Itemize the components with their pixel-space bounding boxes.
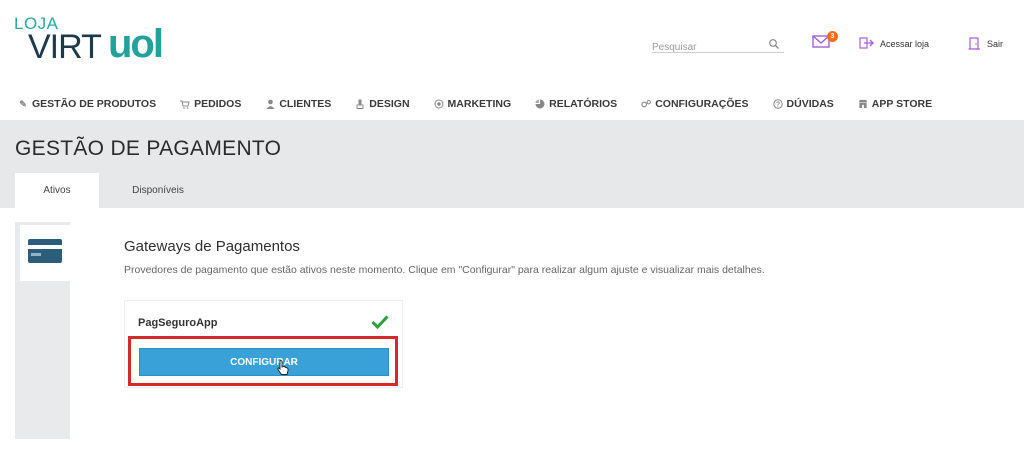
nav-label: DESIGN <box>369 98 410 110</box>
brush-icon <box>355 99 365 109</box>
message-count-badge: 3 <box>827 31 838 42</box>
nav-item-app-store[interactable]: APP STORE <box>858 98 932 110</box>
nav-item-duvidas[interactable]: ? DÚVIDAS <box>772 98 834 110</box>
page-title: GESTÃO DE PAGAMENTO <box>15 137 282 160</box>
nav-item-gestao-produtos[interactable]: ✎ GESTÃO DE PRODUTOS <box>18 98 156 110</box>
hand-cursor-icon <box>276 360 290 376</box>
gears-icon <box>641 99 652 109</box>
nav-label: GESTÃO DE PRODUTOS <box>32 98 157 110</box>
nav-item-marketing[interactable]: MARKETING <box>434 98 512 110</box>
gateway-name: PagSeguroApp <box>138 317 218 329</box>
edit-icon: ✎ <box>19 98 27 109</box>
configurar-button[interactable]: Configurar <box>139 348 389 376</box>
search-icon[interactable] <box>768 37 780 49</box>
target-icon <box>434 99 444 109</box>
nav-label: DÚVIDAS <box>786 98 834 110</box>
gateways-title: Gateways de Pagamentos <box>124 238 300 255</box>
nav-label: CLIENTES <box>279 98 332 110</box>
help-icon: ? <box>772 99 783 109</box>
tab-disponiveis[interactable]: Disponíveis <box>112 173 204 208</box>
nav-item-relatorios[interactable]: RELATÓRIOS <box>535 98 617 110</box>
nav-item-design[interactable]: DESIGN <box>355 98 410 110</box>
logo-uol: uol <box>108 22 164 66</box>
tab-ativos[interactable]: Ativos <box>15 173 99 208</box>
nav-label: PEDIDOS <box>194 98 242 110</box>
header: LOJA VIRT uol 3 Acessar loja Sair <box>0 0 1024 88</box>
nav-label: APP STORE <box>871 98 933 110</box>
svg-text:?: ? <box>775 102 779 109</box>
acessar-loja-link[interactable]: Acessar loja <box>859 37 929 51</box>
side-tab-payment[interactable] <box>20 225 70 281</box>
search-input[interactable] <box>652 40 762 55</box>
cart-icon <box>180 99 190 109</box>
nav-item-configuracoes[interactable]: CONFIGURAÇÕES <box>641 98 749 110</box>
nav-item-pedidos[interactable]: PEDIDOS <box>180 98 241 110</box>
checkmark-icon <box>371 315 389 330</box>
user-icon <box>265 99 275 109</box>
gateways-subtitle: Provedores de pagamento que estão ativos… <box>124 264 765 276</box>
search-box <box>652 37 784 55</box>
sair-label: Sair <box>987 39 1004 49</box>
nav-label: CONFIGURAÇÕES <box>655 98 749 110</box>
nav-label: MARKETING <box>447 98 512 110</box>
nav-item-clientes[interactable]: CLIENTES <box>265 98 331 110</box>
acessar-loja-label: Acessar loja <box>880 39 930 49</box>
logo[interactable]: LOJA VIRT uol <box>14 14 194 74</box>
nav-label: RELATÓRIOS <box>549 98 618 110</box>
main-nav: ✎ GESTÃO DE PRODUTOS PEDIDOS CLIENTES DE… <box>0 93 1024 115</box>
logo-virt: VIRT <box>28 28 102 66</box>
store-icon <box>858 99 868 109</box>
messages-button[interactable]: 3 <box>812 31 838 52</box>
chart-icon <box>535 99 545 109</box>
side-panel <box>15 222 70 439</box>
enter-store-icon <box>859 37 875 51</box>
door-icon <box>968 36 982 52</box>
logout-link[interactable]: Sair <box>968 36 1004 52</box>
credit-card-icon <box>28 238 62 268</box>
